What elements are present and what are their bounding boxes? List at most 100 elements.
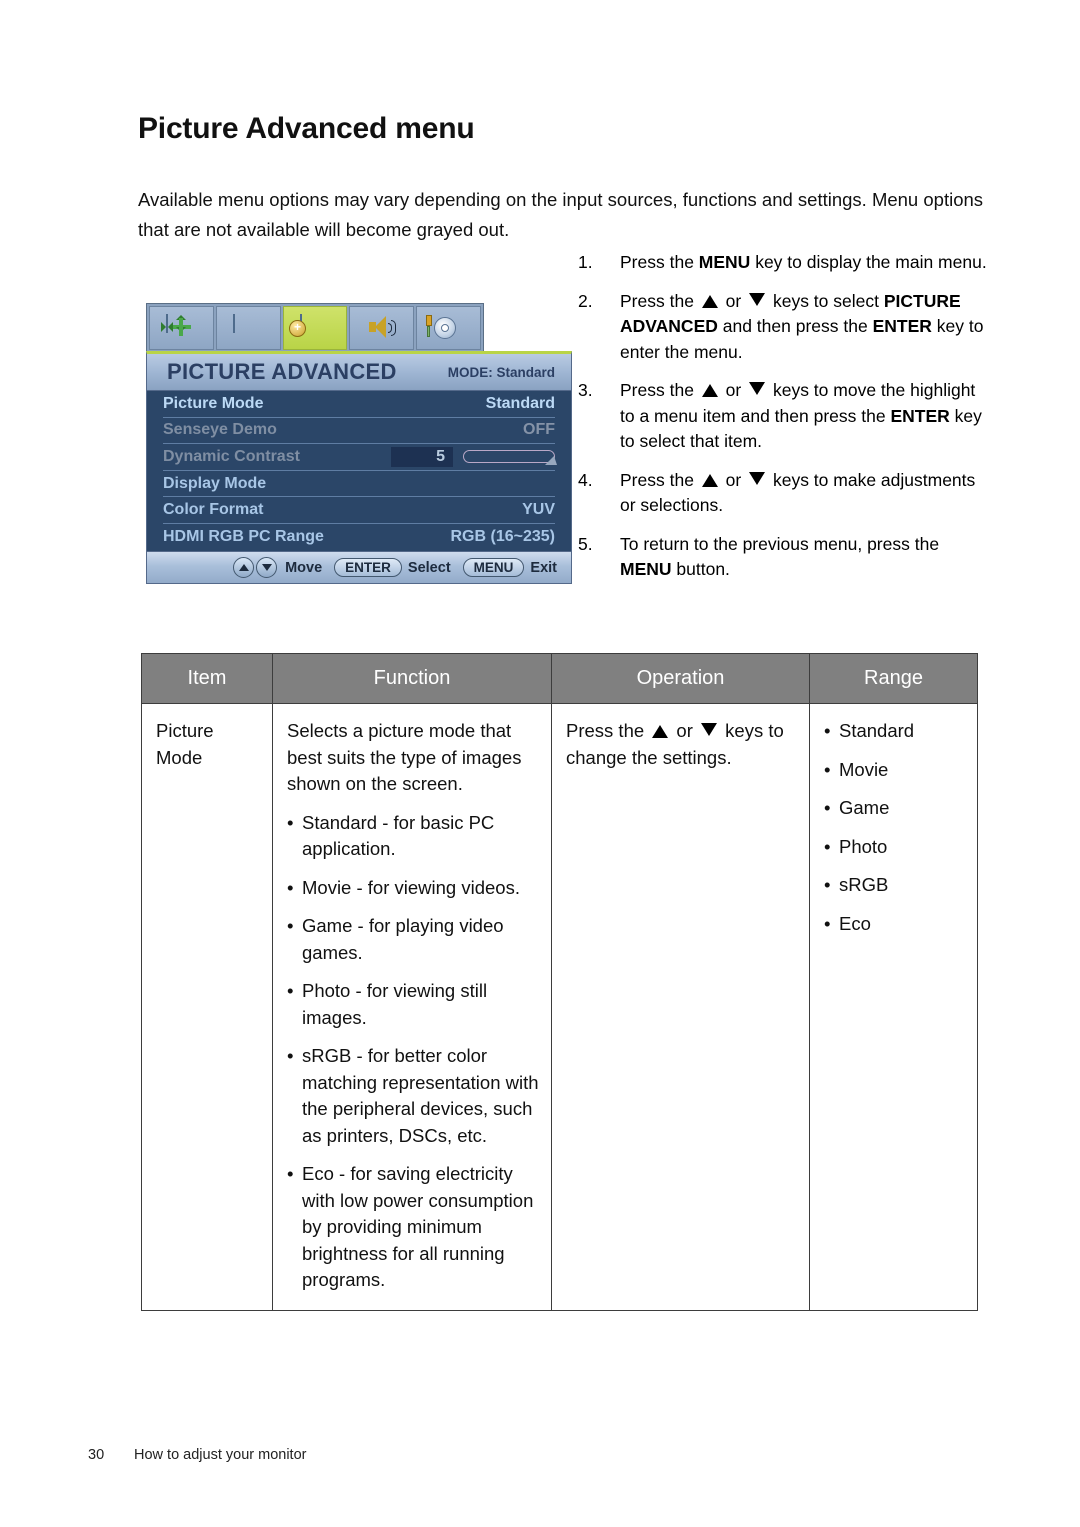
key-enter: ENTER — [890, 405, 950, 426]
arrow-down-icon — [749, 471, 766, 485]
operation-text: Press the — [566, 720, 650, 741]
display-position-icon — [161, 314, 196, 341]
key-menu: MENU — [620, 559, 672, 579]
instruction-step-5: 5. To return to the previous menu, press … — [578, 532, 990, 583]
osd-item-label: Picture Mode — [163, 394, 264, 412]
arrow-down-button[interactable] — [256, 557, 278, 578]
step-text: or — [720, 469, 747, 490]
osd-select-label: Select — [407, 559, 451, 576]
list-item: Eco - for saving electricity with low po… — [287, 1161, 541, 1294]
osd-footer-bar: Move ENTER Select MENU Exit — [146, 551, 572, 584]
column-header-function: Function — [272, 653, 552, 704]
page-title: Picture Advanced menu — [138, 112, 475, 146]
instruction-steps: 1. Press the MENU key to display the main… — [578, 250, 990, 596]
menu-button[interactable]: MENU — [462, 558, 525, 577]
osd-row-senseye-demo[interactable]: Senseye Demo OFF — [163, 418, 555, 445]
osd-tab-audio — [349, 306, 415, 350]
cell-item: Picture Mode — [141, 703, 273, 1311]
list-item: Photo - for viewing still images. — [287, 978, 541, 1031]
arrow-down-icon — [749, 292, 766, 306]
osd-title-bar: PICTURE ADVANCED MODE: Standard — [146, 351, 572, 391]
osd-menu-illustration: + — [146, 303, 572, 591]
document-page: Picture Advanced menu Available menu opt… — [0, 0, 1080, 1527]
menu-options-table: Item Function Operation Range Picture Mo… — [141, 653, 978, 1311]
osd-tab-system — [416, 306, 481, 350]
column-header-range: Range — [809, 653, 978, 704]
osd-tab-display — [149, 306, 214, 350]
step-text: Press the — [620, 469, 699, 490]
list-item: Movie - for viewing videos. — [287, 875, 541, 902]
osd-item-label: Senseye Demo — [163, 421, 277, 439]
footer-section-title: How to adjust your monitor — [134, 1447, 307, 1463]
osd-exit-label: Exit — [530, 559, 557, 576]
step-text: Press the — [620, 252, 699, 272]
step-number: 4. — [578, 469, 593, 490]
osd-row-picture-mode[interactable]: Picture Mode Standard — [163, 391, 555, 418]
osd-row-dynamic-contrast[interactable]: Dynamic Contrast 5 — [163, 444, 557, 471]
instruction-step-4: 4. Press the or keys to make adjustments … — [578, 468, 990, 519]
table-header-row: Item Function Operation Range — [141, 653, 978, 704]
osd-item-value: 5 — [391, 446, 453, 467]
arrow-up-icon — [701, 294, 718, 308]
osd-slider[interactable] — [463, 450, 557, 466]
enter-button[interactable]: ENTER — [334, 558, 402, 577]
step-number: 3. — [578, 380, 593, 400]
function-bullet-list: Standard - for basic PC application. Mov… — [287, 810, 541, 1294]
list-item: Standard - for basic PC application. — [287, 810, 541, 863]
arrow-up-icon — [701, 473, 718, 487]
step-text: Press the — [620, 380, 699, 400]
step-text: Press the — [620, 290, 699, 311]
instruction-step-3: 3. Press the or keys to move the highligh… — [578, 378, 990, 455]
osd-mode-indicator: MODE: Standard — [447, 364, 555, 380]
cell-function: Selects a picture mode that best suits t… — [272, 703, 552, 1311]
osd-tab-strip: + — [146, 303, 484, 353]
range-bullet-list: Standard Movie Game Photo sRGB Eco — [824, 718, 967, 937]
step-text: To return to the previous menu, press th… — [620, 533, 940, 554]
plus-icon: + — [288, 320, 306, 337]
list-item: Eco — [824, 911, 967, 938]
table-row: Picture Mode Selects a picture mode that… — [141, 703, 978, 1311]
osd-item-label: HDMI RGB PC Range — [163, 528, 324, 546]
osd-row-display-mode[interactable]: Display Mode — [163, 471, 555, 498]
picture-advanced-icon: + — [288, 314, 330, 341]
step-text: or — [720, 380, 747, 400]
arrow-up-button[interactable] — [233, 557, 255, 578]
list-item: Game - for playing video games. — [287, 913, 541, 966]
list-item: Standard — [824, 718, 967, 745]
osd-item-value: RGB (16~235) — [450, 528, 556, 546]
osd-item-value: Standard — [485, 394, 555, 412]
osd-tab-picture-advanced: + — [282, 306, 348, 350]
speaker-icon — [367, 315, 397, 341]
key-enter: ENTER — [872, 316, 932, 336]
list-item: sRGB — [824, 872, 967, 899]
instruction-step-1: 1. Press the MENU key to display the main… — [578, 250, 990, 276]
step-number: 5. — [578, 533, 593, 554]
cell-operation: Press the or keys to change the settings… — [551, 703, 810, 1311]
step-text: button. — [671, 559, 730, 579]
operation-text: or — [671, 720, 699, 741]
osd-menu-list: Picture Mode Standard Senseye Demo OFF D… — [146, 391, 572, 551]
osd-row-hdmi-rgb-pc-range[interactable]: HDMI RGB PC Range RGB (16~235) — [163, 524, 555, 551]
osd-item-label: Display Mode — [163, 474, 267, 492]
arrow-down-icon — [701, 723, 718, 736]
osd-tab-picture — [215, 306, 281, 350]
step-number: 1. — [578, 252, 593, 272]
step-text: and then press the — [717, 316, 873, 336]
cell-range: Standard Movie Game Photo sRGB Eco — [809, 703, 978, 1311]
osd-item-value: YUV — [522, 501, 555, 519]
gear-icon — [425, 315, 464, 341]
key-menu: MENU — [698, 252, 751, 272]
list-item: Photo — [824, 834, 967, 861]
arrow-up-icon — [701, 384, 718, 397]
column-header-item: Item — [141, 653, 273, 704]
slider-knob[interactable] — [545, 456, 557, 466]
arrow-up-icon — [652, 725, 669, 738]
function-lead-text: Selects a picture mode that best suits t… — [287, 720, 522, 794]
page-footer: 30 How to adjust your monitor — [88, 1447, 306, 1463]
list-item: Movie — [824, 757, 967, 784]
osd-title: PICTURE ADVANCED — [167, 359, 397, 384]
intro-paragraph: Available menu options may vary dependin… — [138, 188, 984, 240]
osd-row-color-format[interactable]: Color Format YUV — [163, 497, 555, 524]
step-text: keys to select — [768, 290, 884, 311]
step-number: 2. — [578, 290, 593, 311]
